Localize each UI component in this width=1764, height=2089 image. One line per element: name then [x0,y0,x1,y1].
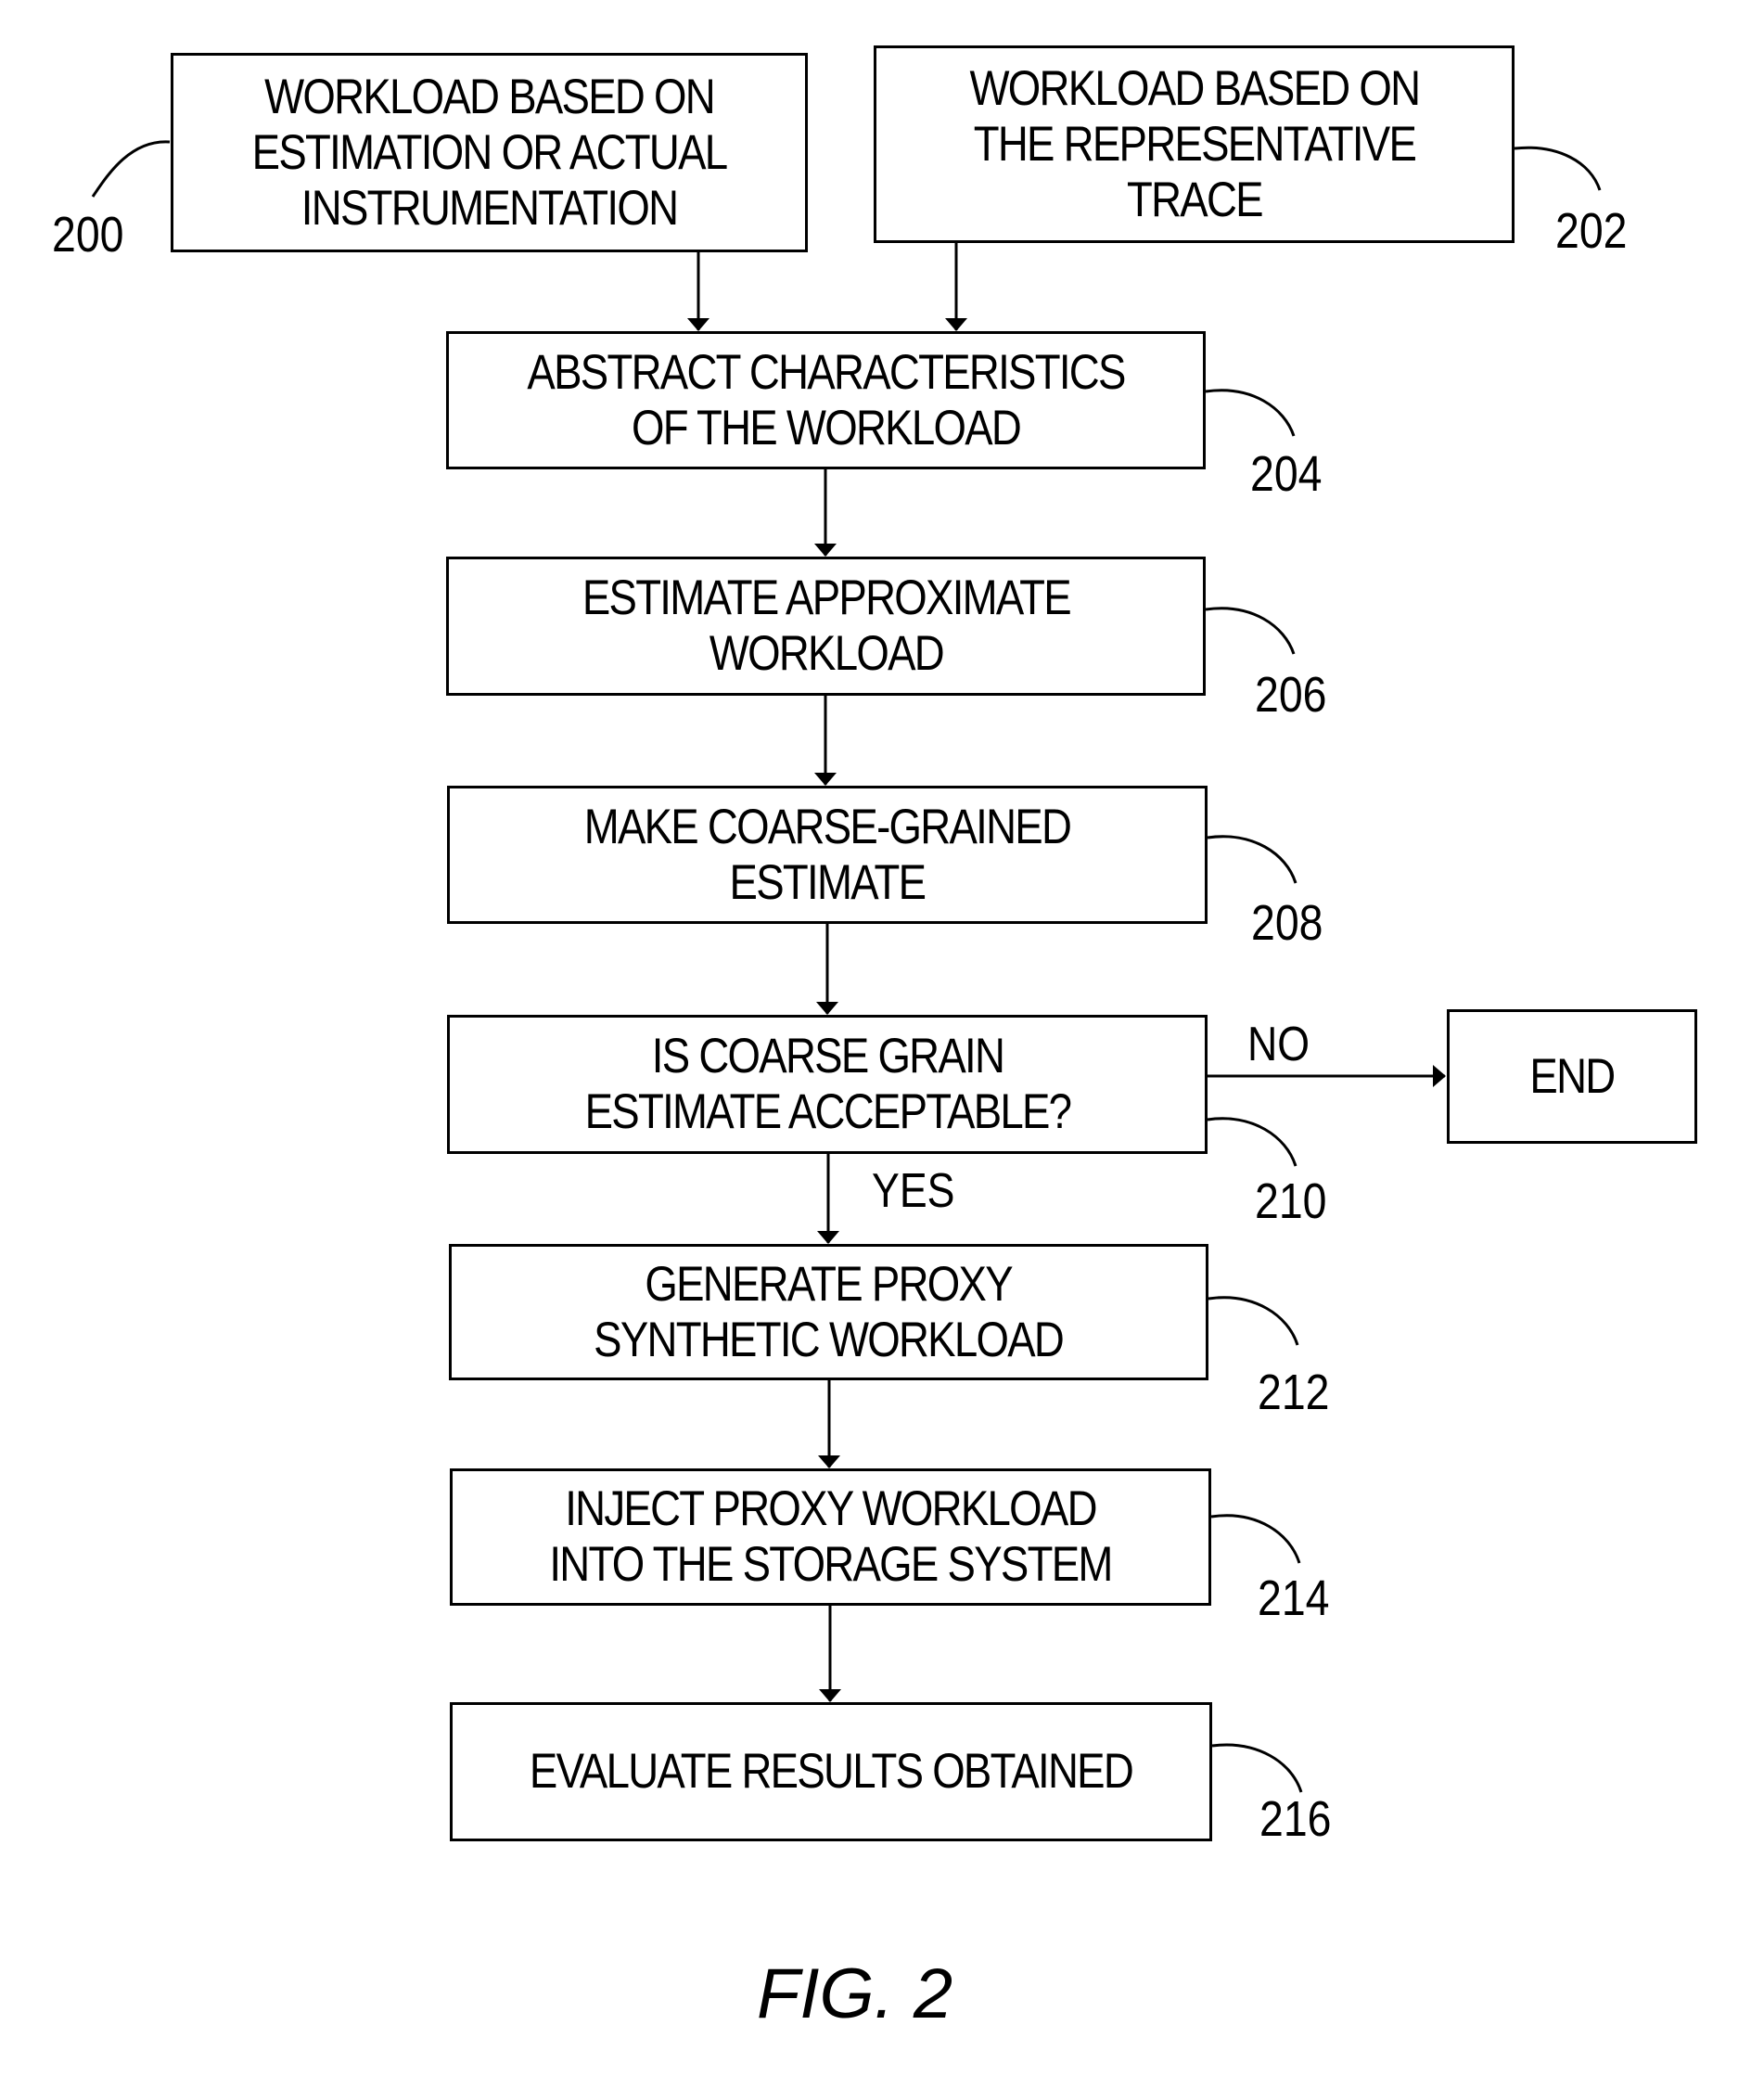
node-202-workload-trace: WORKLOAD BASED ON THE REPRESENTATIVE TRA… [874,45,1515,243]
node-206-label: ESTIMATE APPROXIMATE WORKLOAD [582,570,1071,681]
ref-numeral-204: 204 [1250,446,1323,502]
ref-numeral-206: 206 [1255,667,1327,723]
edge-label-yes: YES [872,1164,955,1218]
ref-numeral-210: 210 [1255,1173,1327,1229]
leader-line-212 [1208,1296,1299,1346]
leader-line-210 [1207,1117,1297,1167]
node-212-generate-proxy: GENERATE PROXY SYNTHETIC WORKLOAD [449,1244,1208,1380]
ref-numeral-208: 208 [1251,895,1323,951]
node-210-label: IS COARSE GRAIN ESTIMATE ACCEPTABLE? [584,1029,1071,1139]
node-216-label: EVALUATE RESULTS OBTAINED [529,1744,1134,1799]
ref-numeral-202: 202 [1555,203,1628,259]
node-206-estimate-workload: ESTIMATE APPROXIMATE WORKLOAD [446,557,1206,696]
node-202-label: WORKLOAD BASED ON THE REPRESENTATIVE TRA… [969,60,1421,227]
leader-line-204 [1205,389,1296,437]
node-208-coarse-estimate: MAKE COARSE-GRAINED ESTIMATE [447,786,1208,924]
ref-numeral-214: 214 [1258,1570,1330,1626]
node-end-terminal: END [1447,1009,1697,1144]
node-208-label: MAKE COARSE-GRAINED ESTIMATE [583,799,1072,910]
node-200-workload-estimation: WORKLOAD BASED ON ESTIMATION OR ACTUAL I… [171,53,808,252]
leader-line-214 [1210,1514,1301,1564]
ref-numeral-200: 200 [52,207,124,263]
node-214-inject-proxy: INJECT PROXY WORKLOAD INTO THE STORAGE S… [450,1468,1211,1606]
leader-line-208 [1207,835,1297,884]
node-end-label: END [1529,1048,1616,1104]
ref-numeral-216: 216 [1259,1791,1332,1847]
node-210-decision-acceptable: IS COARSE GRAIN ESTIMATE ACCEPTABLE? [447,1015,1208,1154]
leader-line-216 [1211,1743,1303,1793]
node-200-label: WORKLOAD BASED ON ESTIMATION OR ACTUAL I… [251,69,729,236]
leader-line-202 [1514,146,1602,191]
node-212-label: GENERATE PROXY SYNTHETIC WORKLOAD [594,1256,1066,1367]
leader-line-200 [91,140,171,198]
node-204-abstract-characteristics: ABSTRACT CHARACTERISTICS OF THE WORKLOAD [446,331,1206,469]
flowchart: WORKLOAD BASED ON ESTIMATION OR ACTUAL I… [0,0,1764,2089]
edge-label-no: NO [1247,1018,1310,1071]
leader-line-206 [1205,607,1296,655]
node-214-label: INJECT PROXY WORKLOAD INTO THE STORAGE S… [549,1481,1113,1592]
node-204-label: ABSTRACT CHARACTERISTICS OF THE WORKLOAD [527,344,1126,455]
figure-caption: FIG. 2 [757,1954,953,2033]
ref-numeral-212: 212 [1258,1365,1330,1420]
node-216-evaluate-results: EVALUATE RESULTS OBTAINED [450,1702,1212,1841]
